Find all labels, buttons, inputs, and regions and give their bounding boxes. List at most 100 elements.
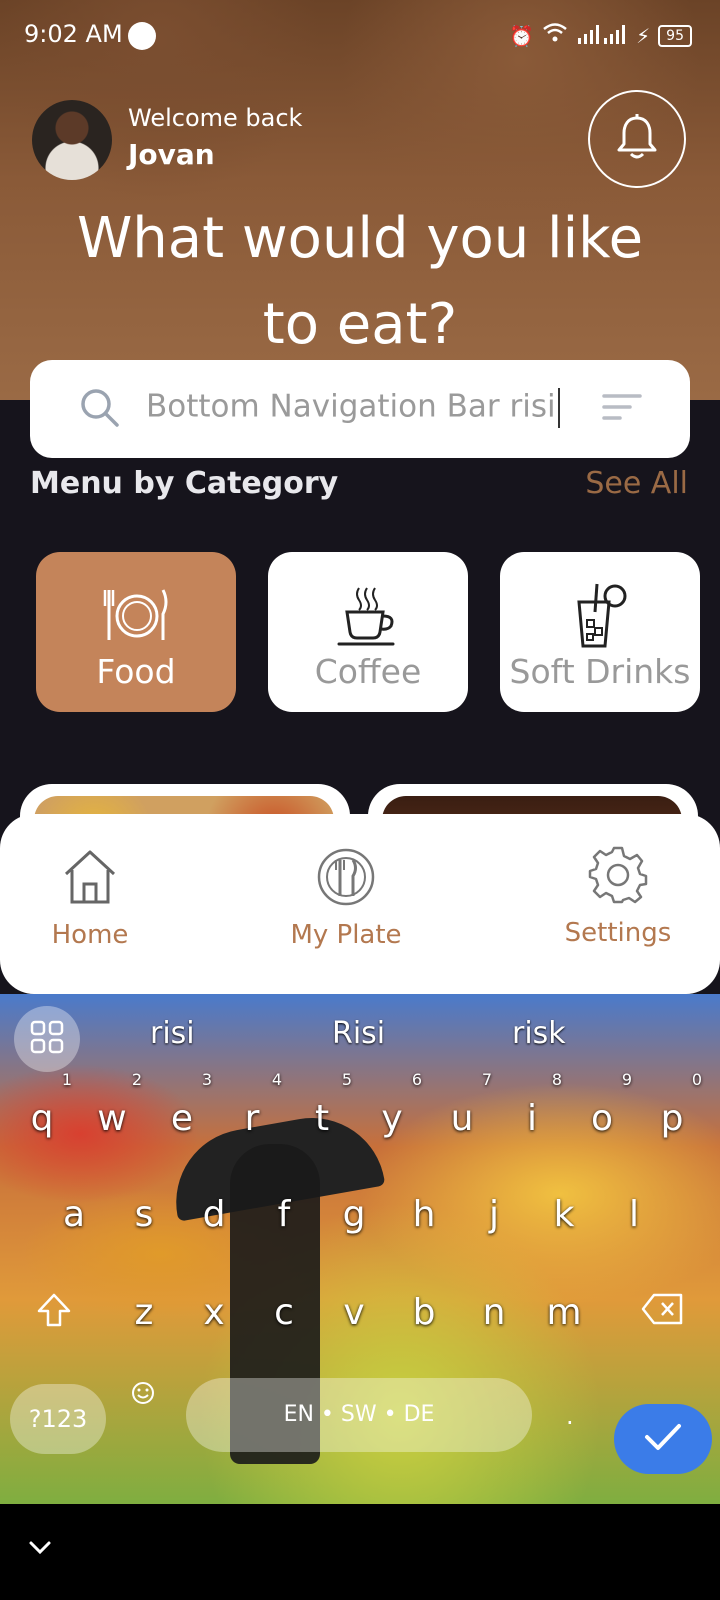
key-h[interactable]: h [394,1194,454,1235]
nav-item-my-plate[interactable]: My Plate [286,848,406,950]
see-all-link[interactable]: See All [585,466,688,501]
signal-icon [576,22,628,49]
period-key[interactable]: . [566,1402,574,1430]
key-s[interactable]: s [114,1194,174,1235]
shift-key[interactable] [24,1292,84,1337]
text-cursor [557,388,560,428]
key-b[interactable]: b [394,1292,454,1333]
key-l[interactable]: l [604,1194,664,1235]
suggestion-3[interactable]: risk [512,1016,566,1051]
key-number: 7 [481,1070,492,1089]
key-a[interactable]: a [44,1194,104,1235]
key-i[interactable]: 8i [502,1070,562,1139]
key-char: q [30,1098,54,1139]
welcome-text: Welcome back [128,104,303,132]
filter-icon[interactable] [602,392,642,426]
search-input[interactable]: Bottom Navigation Bar risi [146,388,560,428]
key-char: p [660,1098,684,1139]
plate-icon [316,848,376,910]
key-char: u [450,1098,474,1139]
key-k[interactable]: k [534,1194,594,1235]
keyboard: risi Risi risk 1q 2w 3e 4r 5t 6y 7u 8i 9… [0,994,720,1504]
page-title: What would you like to eat? [0,196,720,368]
wifi-icon [542,22,568,49]
key-u[interactable]: 7u [432,1070,492,1139]
emoji-key[interactable] [130,1380,156,1410]
enter-key[interactable] [614,1404,712,1474]
key-p[interactable]: 0p [642,1070,702,1139]
key-z[interactable]: z [114,1292,174,1333]
bottom-navigation-bar: Home My Plate Settings [0,814,720,994]
key-number: 9 [621,1070,632,1089]
space-key[interactable]: EN • SW • DE [186,1378,532,1452]
hide-keyboard-button[interactable] [28,1540,52,1560]
symbols-key[interactable]: ?123 [10,1384,106,1454]
nav-label: Home [51,920,129,950]
section-title: Menu by Category [30,466,339,501]
key-char: e [170,1098,194,1139]
status-time: 9:02 AM [24,20,123,48]
shift-icon [36,1293,72,1337]
key-number: 1 [61,1070,72,1089]
key-m[interactable]: m [534,1292,594,1333]
key-t[interactable]: 5t [292,1070,352,1139]
headline-line-1: What would you like [76,206,644,271]
key-x[interactable]: x [184,1292,244,1333]
key-o[interactable]: 9o [572,1070,632,1139]
key-e[interactable]: 3e [152,1070,212,1139]
key-number: 4 [271,1070,282,1089]
key-d[interactable]: d [184,1194,244,1235]
category-label: Food [96,652,176,691]
chevron-down-icon [28,1541,52,1560]
key-f[interactable]: f [254,1194,314,1235]
nav-item-settings[interactable]: Settings [560,844,676,948]
search-value: Bottom Navigation Bar risi [146,388,556,425]
nav-item-home[interactable]: Home [40,848,140,950]
key-number: 8 [551,1070,562,1089]
category-soft-drinks[interactable]: Soft Drinks [500,552,700,712]
bell-icon [615,113,659,165]
key-char: y [381,1098,403,1139]
key-number: 6 [411,1070,422,1089]
emoji-icon [130,1382,156,1410]
key-v[interactable]: v [324,1292,384,1333]
search-icon [78,386,122,434]
gear-icon [588,846,648,908]
key-q[interactable]: 1q [12,1070,72,1139]
key-r[interactable]: 4r [222,1070,282,1139]
suggestion-2[interactable]: Risi [332,1016,385,1051]
avatar[interactable] [32,100,112,180]
key-n[interactable]: n [464,1292,524,1333]
category-coffee[interactable]: Coffee [268,552,468,712]
key-number: 3 [201,1070,212,1089]
dinner-plate-icon [36,582,236,652]
suggestion-1[interactable]: risi [150,1016,195,1051]
soft-drink-icon [500,582,700,652]
key-c[interactable]: c [254,1292,314,1333]
system-navigation-bar [0,1504,720,1600]
key-y[interactable]: 6y [362,1070,422,1139]
alarm-icon: ⏰ [509,23,535,48]
user-name: Jovan [128,138,215,171]
notification-button[interactable] [588,90,686,188]
category-label: Coffee [314,652,422,691]
keyboard-menu-button[interactable] [14,1006,80,1072]
app-notification-icon [128,22,156,50]
key-char: r [244,1098,260,1139]
key-g[interactable]: g [324,1194,384,1235]
key-number: 0 [691,1070,702,1089]
backspace-icon [640,1293,684,1335]
key-w[interactable]: 2w [82,1070,142,1139]
key-j[interactable]: j [464,1194,524,1235]
category-label: Soft Drinks [509,652,691,691]
headline-line-2: to eat? [262,292,458,357]
key-number: 5 [341,1070,352,1089]
search-bar[interactable]: Bottom Navigation Bar risi [30,360,690,458]
key-char: w [97,1098,127,1139]
category-food[interactable]: Food [36,552,236,712]
nav-label: My Plate [290,920,402,950]
grid-icon [30,1020,64,1058]
backspace-key[interactable] [632,1292,692,1335]
key-number: 2 [131,1070,142,1089]
key-char: i [526,1098,537,1139]
